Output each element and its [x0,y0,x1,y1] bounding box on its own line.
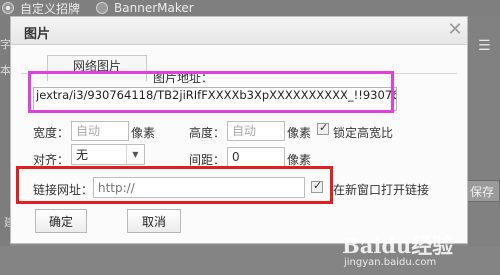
height-unit: 像素 [287,126,312,140]
spacing-unit: 像素 [287,153,312,167]
url-label: 图片地址： [153,71,214,85]
height-input[interactable] [227,121,285,141]
lock-ratio-checkbox[interactable] [317,121,329,135]
background-radio-bar: 自定义招牌 BannerMaker [0,0,500,16]
dialog-title: 图片 [24,27,51,42]
background-left-panel [0,16,10,275]
close-icon[interactable]: ✕ [445,20,465,40]
ok-button[interactable]: 确定 [35,209,87,233]
width-input[interactable] [71,121,129,141]
chevron-down-icon[interactable]: ▼ [126,145,144,164]
link-url-input[interactable] [93,177,305,198]
align-label: 对齐： [33,153,70,167]
link-url-label: 链接网址： [33,183,94,197]
lock-ratio-label: 锁定高宽比 [333,126,394,140]
image-dialog: 图片 ✕ 网络图片 图片地址： jextra/i3/930764118/TB2j… [10,16,468,244]
spacing-input[interactable] [227,147,285,167]
tab-network-image[interactable]: 网络图片 [47,55,147,81]
align-select-value: 无 [76,148,89,162]
list-icon[interactable]: ☰ [478,38,491,54]
new-window-checkbox[interactable] [311,179,323,193]
background-bottom [0,246,500,275]
background-save-button[interactable]: 保存 [464,180,500,202]
radio-bannermaker-label: BannerMaker [114,1,194,15]
new-window-label: 在新窗口打开链接 [333,183,430,197]
width-label: 宽度： [33,126,70,140]
spacing-label: 间距： [189,153,226,167]
cancel-button[interactable]: 取消 [127,209,181,233]
dialog-header: 图片 ✕ [11,17,467,45]
background-right-panel [468,16,500,275]
radio-custom-signboard[interactable] [2,2,14,14]
radio-bannermaker[interactable] [96,2,109,14]
width-unit: 像素 [131,126,156,140]
radio-custom-label: 自定义招牌 [20,1,81,16]
image-url-input[interactable]: jextra/i3/930764118/TB2jiRIfFXXXXb3XpXXX… [33,87,397,111]
align-select[interactable]: 无 ▼ [71,144,145,165]
height-label: 高度： [189,126,226,140]
tab-divider [21,73,457,74]
